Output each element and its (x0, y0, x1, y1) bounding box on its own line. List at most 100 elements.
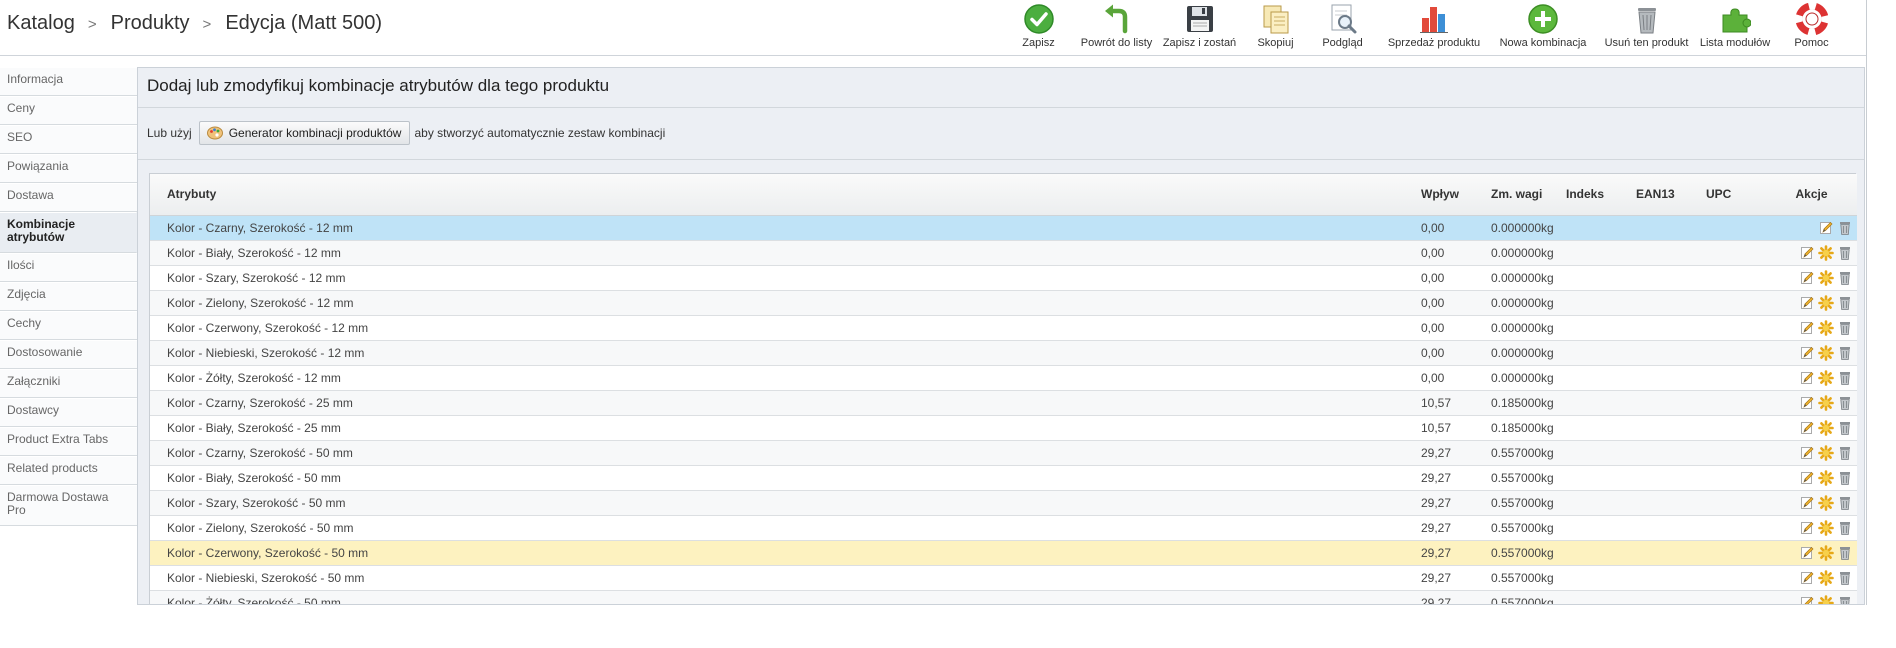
preview-button[interactable]: Podgląd (1306, 0, 1379, 56)
set-default-icon[interactable] (1818, 369, 1834, 386)
delete-icon[interactable] (1837, 295, 1853, 311)
delete-icon[interactable] (1837, 520, 1853, 536)
set-default-icon[interactable] (1818, 544, 1834, 561)
sidebar-item-dostawa[interactable]: Dostawa (0, 183, 137, 212)
delete-icon[interactable] (1837, 245, 1853, 261)
combination-generator-button[interactable]: Generator kombinacji produktów (198, 121, 411, 145)
modules-list-button[interactable]: Lista modułów (1696, 0, 1774, 56)
column-header-zm-wagi[interactable]: Zm. wagi (1491, 174, 1566, 216)
set-default-icon[interactable] (1818, 244, 1834, 261)
breadcrumb-produkty[interactable]: Produkty (111, 12, 190, 35)
table-row[interactable]: Kolor - Biały, Szerokość - 50 mm 29,27 0.5… (150, 465, 1857, 491)
sidebar-item-cechy[interactable]: Cechy (0, 311, 137, 340)
sidebar-item-informacja[interactable]: Informacja (0, 67, 137, 96)
column-header-wplyw[interactable]: Wpływ (1421, 174, 1491, 216)
sidebar-item-kombinacje[interactable]: Kombinacje atrybutów (0, 212, 137, 253)
edit-icon[interactable] (1799, 445, 1815, 461)
product-sales-button[interactable]: Sprzedaż produktu (1379, 0, 1489, 56)
delete-icon[interactable] (1837, 595, 1853, 604)
cell-upc (1706, 490, 1766, 516)
set-default-icon[interactable] (1818, 569, 1834, 586)
sidebar-item-powiazania[interactable]: Powiązania (0, 154, 137, 183)
sidebar-item-seo[interactable]: SEO (0, 125, 137, 154)
edit-icon[interactable] (1799, 570, 1815, 586)
set-default-icon[interactable] (1818, 319, 1834, 336)
delete-icon[interactable] (1837, 320, 1853, 336)
sidebar-item-related-products[interactable]: Related products (0, 456, 137, 485)
cell-ean13 (1636, 315, 1706, 341)
delete-icon[interactable] (1837, 545, 1853, 561)
table-row[interactable]: Kolor - Czerwony, Szerokość - 12 mm 0,00 0… (150, 315, 1857, 341)
column-header-upc[interactable]: UPC (1706, 174, 1766, 216)
set-default-icon[interactable] (1818, 594, 1834, 604)
delete-icon[interactable] (1837, 445, 1853, 461)
set-default-icon[interactable] (1818, 269, 1834, 286)
delete-icon[interactable] (1837, 370, 1853, 386)
table-row[interactable]: Kolor - Zielony, Szerokość - 50 mm 29,27 0… (150, 515, 1857, 541)
edit-icon[interactable] (1799, 520, 1815, 536)
table-row[interactable]: Kolor - Szary, Szerokość - 50 mm 29,27 0.5… (150, 490, 1857, 516)
table-row[interactable]: Kolor - Żółty, Szerokość - 50 mm 29,27 0.5… (150, 590, 1857, 604)
set-default-icon[interactable] (1818, 519, 1834, 536)
edit-icon[interactable] (1799, 320, 1815, 336)
sidebar-item-ilosci[interactable]: Ilości (0, 253, 137, 282)
edit-icon[interactable] (1799, 245, 1815, 261)
table-row[interactable]: Kolor - Czarny, Szerokość - 12 mm 0,00 0.0… (150, 215, 1857, 241)
table-row[interactable]: Kolor - Niebieski, Szerokość - 12 mm 0,00… (150, 340, 1857, 366)
new-combination-button[interactable]: Nowa kombinacja (1489, 0, 1597, 56)
delete-icon[interactable] (1837, 495, 1853, 511)
column-header-indeks[interactable]: Indeks (1566, 174, 1636, 216)
column-header-ean13[interactable]: EAN13 (1636, 174, 1706, 216)
edit-icon[interactable] (1799, 395, 1815, 411)
edit-icon[interactable] (1799, 470, 1815, 486)
cell-index (1566, 515, 1636, 541)
table-row[interactable]: Kolor - Szary, Szerokość - 12 mm 0,00 0.00… (150, 265, 1857, 291)
table-row[interactable]: Kolor - Żółty, Szerokość - 12 mm 0,00 0.00… (150, 365, 1857, 391)
sidebar-item-dostawcy[interactable]: Dostawcy (0, 398, 137, 427)
copy-button[interactable]: Skopiuj (1245, 0, 1306, 56)
delete-icon[interactable] (1837, 420, 1853, 436)
help-button[interactable]: Pomoc (1774, 0, 1849, 56)
delete-icon[interactable] (1837, 470, 1853, 486)
delete-icon[interactable] (1837, 345, 1853, 361)
save-button[interactable]: Zapisz (998, 0, 1079, 56)
column-header-atrybuty[interactable]: Atrybuty (150, 174, 1421, 216)
table-row[interactable]: Kolor - Czerwony, Szerokość - 50 mm 29,27… (150, 540, 1857, 566)
sidebar-item-ceny[interactable]: Ceny (0, 96, 137, 125)
set-default-icon[interactable] (1818, 294, 1834, 311)
sidebar-item-zdjecia[interactable]: Zdjęcia (0, 282, 137, 311)
edit-icon[interactable] (1799, 545, 1815, 561)
set-default-icon[interactable] (1818, 469, 1834, 486)
edit-icon[interactable] (1799, 345, 1815, 361)
sidebar-item-zalaczniki[interactable]: Załączniki (0, 369, 137, 398)
back-to-list-button[interactable]: Powrót do listy (1079, 0, 1154, 56)
sidebar-item-product-extra-tabs[interactable]: Product Extra Tabs (0, 427, 137, 456)
sidebar-item-darmowa-dostawa-pro[interactable]: Darmowa Dostawa Pro (0, 485, 137, 526)
delete-icon[interactable] (1837, 570, 1853, 586)
table-row[interactable]: Kolor - Zielony, Szerokość - 12 mm 0,00 0.… (150, 290, 1857, 316)
set-default-icon[interactable] (1818, 444, 1834, 461)
set-default-icon[interactable] (1818, 344, 1834, 361)
set-default-icon[interactable] (1818, 394, 1834, 411)
delete-icon[interactable] (1837, 395, 1853, 411)
delete-product-button[interactable]: Usuń ten produkt (1597, 0, 1696, 56)
set-default-icon[interactable] (1818, 419, 1834, 436)
table-row[interactable]: Kolor - Czarny, Szerokość - 25 mm 10,57 0.… (150, 390, 1857, 416)
table-row[interactable]: Kolor - Biały, Szerokość - 25 mm 10,57 0.1… (150, 415, 1857, 441)
delete-icon[interactable] (1837, 220, 1853, 236)
edit-icon[interactable] (1799, 595, 1815, 604)
edit-icon[interactable] (1799, 370, 1815, 386)
table-row[interactable]: Kolor - Czarny, Szerokość - 50 mm 29,27 0.… (150, 440, 1857, 466)
breadcrumb-katalog[interactable]: Katalog (7, 12, 75, 35)
edit-icon[interactable] (1799, 420, 1815, 436)
edit-icon[interactable] (1818, 220, 1834, 236)
set-default-icon[interactable] (1818, 494, 1834, 511)
table-row[interactable]: Kolor - Biały, Szerokość - 12 mm 0,00 0.00… (150, 240, 1857, 266)
sidebar-item-dostosowanie[interactable]: Dostosowanie (0, 340, 137, 369)
edit-icon[interactable] (1799, 295, 1815, 311)
edit-icon[interactable] (1799, 495, 1815, 511)
table-row[interactable]: Kolor - Niebieski, Szerokość - 50 mm 29,2… (150, 565, 1857, 591)
edit-icon[interactable] (1799, 270, 1815, 286)
save-and-stay-button[interactable]: Zapisz i zostań (1154, 0, 1245, 56)
delete-icon[interactable] (1837, 270, 1853, 286)
